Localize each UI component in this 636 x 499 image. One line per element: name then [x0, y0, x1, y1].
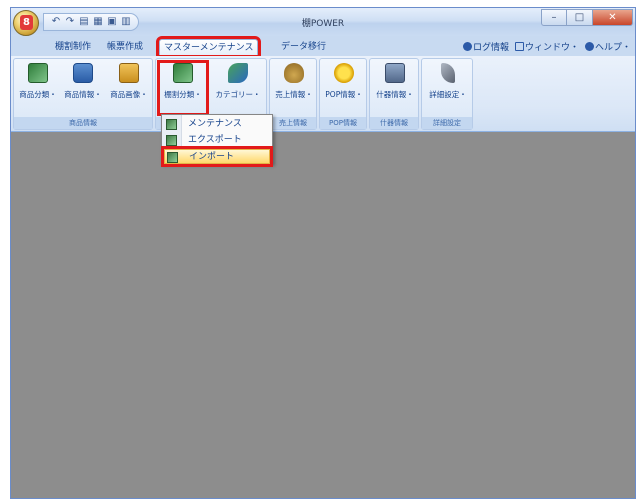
help-menu[interactable]: ヘルプ・: [584, 40, 631, 53]
right-menu: ログ情報 ウィンドウ・ ヘルプ・: [462, 40, 631, 53]
product-category-button[interactable]: 商品分類・: [18, 63, 58, 113]
group-label: 什器情報: [370, 117, 418, 129]
export-icon: [166, 135, 177, 146]
window-menu[interactable]: ウィンドウ・: [514, 40, 579, 53]
money-bag-icon: [284, 63, 304, 83]
minimize-button[interactable]: –: [541, 9, 567, 26]
shelf-category-dropdown: メンテナンス エクスポート インポート: [161, 114, 273, 167]
tab-tanawari[interactable]: 棚割制作: [51, 39, 95, 55]
group-fixture: 什器情報・ 什器情報: [369, 58, 419, 130]
shelf-category-icon: [173, 63, 193, 83]
group-label: 詳細設定: [422, 117, 472, 129]
import-icon: [167, 152, 178, 163]
group-pop: POP情報・ POP情報: [319, 58, 367, 130]
shelf-category-button[interactable]: 棚割分類・: [157, 60, 209, 116]
pop-info-button[interactable]: POP情報・: [323, 63, 365, 113]
pop-star-icon: [334, 63, 354, 83]
product-category-icon: [28, 63, 48, 83]
app-window: 8 ↶ ↷ ▤ ▦ ▣ ▥ 棚POWER – □ ✕ 棚割制作 帳票作成 マスタ…: [10, 7, 636, 499]
product-info-button[interactable]: 商品情報・: [62, 63, 104, 113]
menu-item-export[interactable]: エクスポート: [164, 133, 270, 148]
group-label: 商品情報: [14, 117, 152, 129]
workspace-area: [11, 133, 635, 498]
ribbon-tabs: 棚割制作 帳票作成 マスターメンテナンス データ移行 ログ情報 ウィンドウ・ ヘ…: [11, 36, 635, 58]
menu-item-maintenance[interactable]: メンテナンス: [164, 117, 270, 132]
group-sales: 売上情報・ 売上情報: [269, 58, 317, 130]
image-icon: [119, 63, 139, 83]
info-icon: [462, 42, 472, 51]
wrench-icon: [441, 63, 455, 83]
tab-data-migration[interactable]: データ移行: [277, 39, 330, 55]
tab-master-maintenance[interactable]: マスターメンテナンス: [155, 36, 262, 58]
cabinet-icon: [385, 63, 405, 83]
fixture-info-button[interactable]: 什器情報・: [374, 63, 416, 113]
sales-info-button[interactable]: 売上情報・: [273, 63, 315, 113]
window-icon: [514, 42, 524, 51]
category-button[interactable]: カテゴリー・: [212, 63, 264, 113]
group-label: 売上情報: [270, 117, 316, 129]
group-label: POP情報: [320, 117, 366, 129]
log-info-menu[interactable]: ログ情報: [462, 40, 509, 53]
menu-item-import[interactable]: インポート: [161, 146, 273, 167]
window-controls: – □ ✕: [541, 9, 633, 26]
group-product-info: 商品分類・ 商品情報・ 商品画像・ 商品情報: [13, 58, 153, 130]
help-icon: [584, 42, 594, 51]
maximize-button[interactable]: □: [567, 9, 593, 26]
group-settings: 詳細設定・ 詳細設定: [421, 58, 473, 130]
tab-report[interactable]: 帳票作成: [103, 39, 147, 55]
maintenance-icon: [166, 119, 177, 130]
product-image-button[interactable]: 商品画像・: [108, 63, 150, 113]
detail-settings-button[interactable]: 詳細設定・: [427, 63, 469, 113]
title-bar: 8 ↶ ↷ ▤ ▦ ▣ ▥ 棚POWER – □ ✕: [11, 8, 635, 36]
ribbon: 商品分類・ 商品情報・ 商品画像・ 商品情報 棚割分類・ カテゴリー・ 売上情報…: [11, 56, 635, 132]
close-button[interactable]: ✕: [593, 9, 633, 26]
database-icon: [73, 63, 93, 83]
category-icon: [228, 63, 248, 83]
